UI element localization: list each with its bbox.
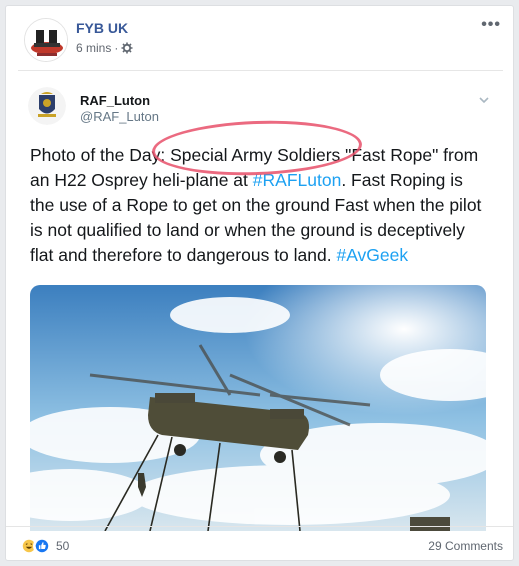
post-card: FYB UK 6 mins · ••• RAF_Luton @RAF_Luton… bbox=[5, 5, 514, 561]
fyb-logo-icon bbox=[25, 19, 67, 61]
gear-icon[interactable] bbox=[121, 42, 133, 54]
helicopter-photo bbox=[30, 285, 486, 531]
comments-count-link[interactable]: 29 Comments bbox=[428, 539, 503, 553]
hashtag-link[interactable]: #AvGeek bbox=[336, 245, 408, 265]
tweet-author-handle[interactable]: @RAF_Luton bbox=[80, 109, 159, 124]
page-name[interactable]: FYB UK bbox=[76, 20, 128, 36]
tweet-avatar[interactable] bbox=[28, 87, 66, 125]
reactions-summary[interactable]: 50 bbox=[20, 537, 69, 555]
post-meta: 6 mins · bbox=[76, 41, 133, 55]
chevron-down-icon[interactable] bbox=[477, 93, 491, 107]
post-footer: 50 29 Comments bbox=[6, 526, 513, 560]
more-options-icon[interactable]: ••• bbox=[481, 16, 501, 34]
post-time[interactable]: 6 mins bbox=[76, 41, 111, 55]
meta-separator: · bbox=[114, 41, 119, 55]
hashtag-link[interactable]: #RAFLuton bbox=[253, 170, 342, 190]
embedded-tweet: RAF_Luton @RAF_Luton Photo of the Day: S… bbox=[18, 70, 503, 531]
tweet-text: Photo of the Day: Special Army Soldiers … bbox=[30, 143, 492, 268]
tweet-photo[interactable] bbox=[30, 285, 486, 531]
reaction-count: 50 bbox=[56, 539, 70, 553]
tweet-author-name[interactable]: RAF_Luton bbox=[80, 93, 150, 108]
like-icon bbox=[33, 537, 51, 555]
page-avatar[interactable] bbox=[24, 18, 68, 62]
raf-crest-icon bbox=[28, 87, 66, 125]
